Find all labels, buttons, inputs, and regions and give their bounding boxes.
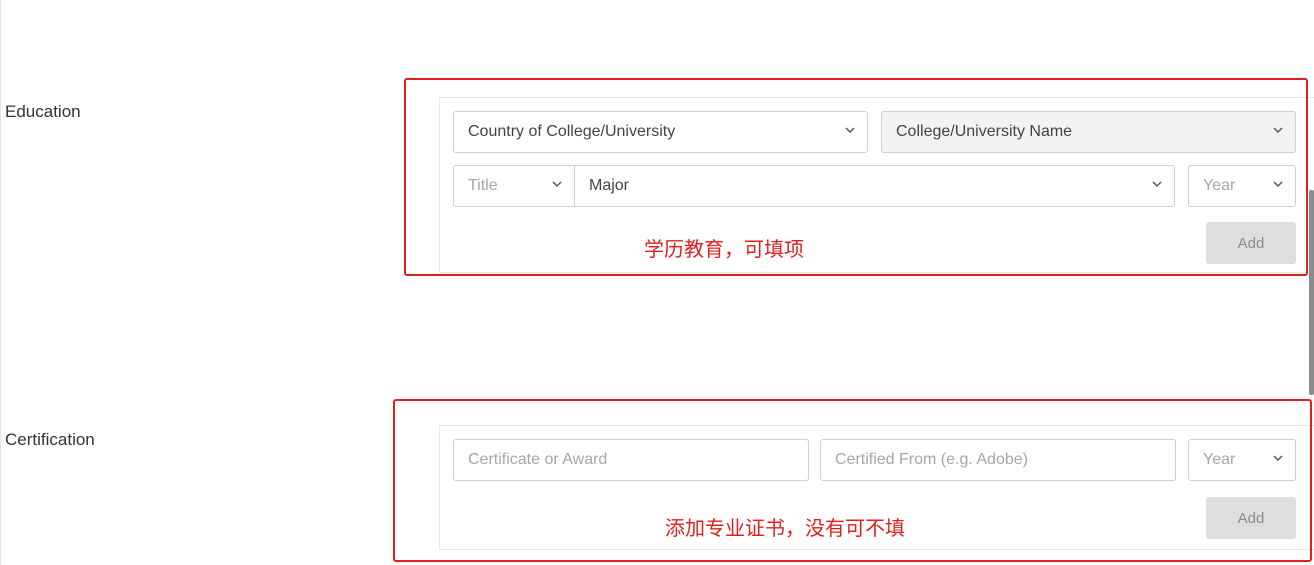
chevron-down-icon [1273, 179, 1283, 189]
college-name-select[interactable]: College/University Name [881, 111, 1296, 153]
degree-title-placeholder: Title [468, 177, 498, 194]
chevron-down-icon [552, 179, 562, 189]
education-year-placeholder: Year [1203, 177, 1236, 194]
chevron-down-icon [845, 125, 855, 135]
degree-title-select[interactable]: Title [453, 165, 575, 207]
certified-from-placeholder: Certified From (e.g. Adobe) [835, 451, 1028, 468]
certification-year-select[interactable]: Year [1188, 439, 1296, 481]
education-year-select[interactable]: Year [1188, 165, 1296, 207]
country-of-college-select[interactable]: Country of College/University [453, 111, 868, 153]
education-add-button[interactable]: Add [1206, 222, 1296, 264]
chevron-down-icon [1152, 179, 1162, 189]
certification-add-button[interactable]: Add [1206, 497, 1296, 539]
education-card: Country of College/University College/Un… [439, 97, 1314, 273]
certificate-or-award-input[interactable]: Certificate or Award [453, 439, 809, 481]
chevron-down-icon [1273, 125, 1283, 135]
certified-from-input[interactable]: Certified From (e.g. Adobe) [820, 439, 1176, 481]
education-annotation-text: 学历教育，可填项 [644, 237, 804, 261]
certification-annotation-text: 添加专业证书，没有可不填 [665, 516, 905, 540]
certification-label: Certification [5, 430, 95, 449]
education-label: Education [5, 102, 81, 121]
major-placeholder: Major [589, 177, 630, 194]
certificate-or-award-placeholder: Certificate or Award [468, 451, 608, 468]
vertical-scrollbar[interactable] [1309, 190, 1314, 395]
college-name-placeholder: College/University Name [896, 123, 1073, 140]
profile-form-page: Education Country of College/University … [0, 0, 1314, 565]
certification-year-placeholder: Year [1203, 451, 1236, 468]
chevron-down-icon [1273, 453, 1283, 463]
major-select[interactable]: Major [574, 165, 1175, 207]
country-of-college-placeholder: Country of College/University [468, 123, 676, 140]
